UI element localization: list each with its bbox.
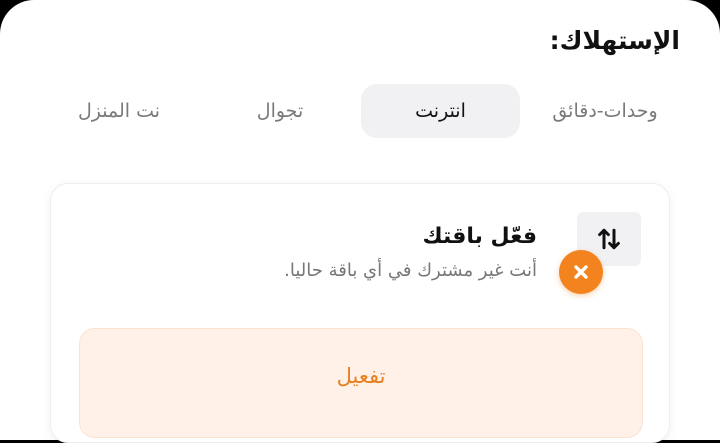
activate-button-label: تفعيل [336, 364, 386, 388]
tab-roaming[interactable]: تجوال [220, 84, 340, 138]
arrows-up-down-icon [598, 228, 620, 250]
section-title: الإستهلاك: [549, 26, 680, 55]
tab-minutes-units[interactable]: وحدات-دقائق [530, 84, 680, 138]
close-circle-icon [559, 250, 603, 294]
tab-home-internet[interactable]: نت المنزل [54, 84, 184, 138]
close-icon [574, 265, 588, 279]
tab-label: انترنت [415, 100, 466, 122]
tab-label: نت المنزل [77, 100, 161, 122]
package-card: فعّل باقتك أنت غير مشترك في أي باقة حالي… [50, 183, 670, 443]
activate-button[interactable]: تفعيل [79, 328, 643, 438]
tab-label: تجوال [256, 100, 304, 122]
subscription-status-text: أنت غير مشترك في أي باقة حاليا. [284, 260, 537, 281]
card-heading: فعّل باقتك [422, 224, 537, 249]
tab-internet[interactable]: انترنت [361, 84, 520, 138]
tab-label: وحدات-دقائق [552, 100, 658, 122]
bottom-sheet: الإستهلاك: وحدات-دقائق انترنت تجوال نت ا… [0, 0, 720, 443]
consumption-tabs: وحدات-دقائق انترنت تجوال نت المنزل [0, 84, 720, 140]
